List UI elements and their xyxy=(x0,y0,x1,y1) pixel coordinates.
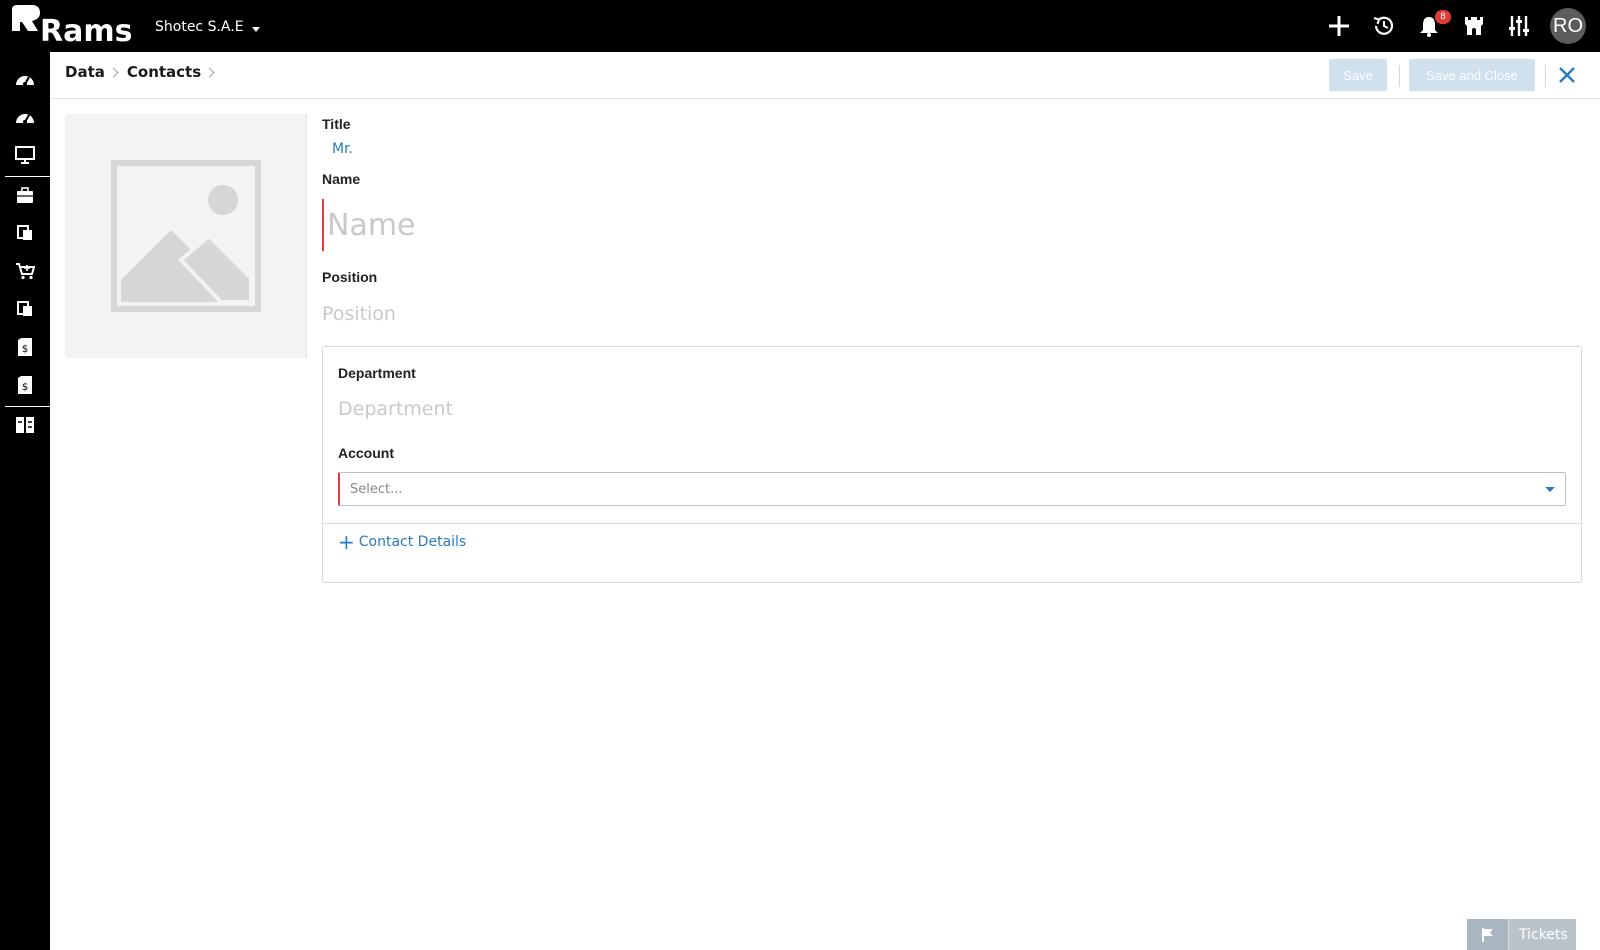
caret-down-icon xyxy=(251,26,260,32)
title-label: Title xyxy=(322,116,351,132)
sidebar-item-invoice[interactable]: $ xyxy=(5,330,45,364)
company-selector[interactable]: Shotec S.A.E xyxy=(155,19,260,35)
dashboard-icon xyxy=(16,114,34,124)
sidebar-item-dashboard-2[interactable] xyxy=(5,100,45,134)
cart-icon xyxy=(16,263,35,280)
sidebar-item-columns[interactable] xyxy=(5,408,45,442)
name-input[interactable] xyxy=(322,199,1022,251)
add-button[interactable] xyxy=(1323,10,1355,42)
settings-button[interactable] xyxy=(1503,10,1535,42)
panel-divider xyxy=(323,523,1581,524)
account-label: Account xyxy=(338,445,394,461)
tickets-button[interactable]: Tickets xyxy=(1467,919,1576,950)
breadcrumb-data[interactable]: Data xyxy=(65,63,105,81)
monitor-icon xyxy=(15,146,35,164)
breadcrumb-contacts[interactable]: Contacts xyxy=(127,63,201,81)
breadcrumb: Data Contacts xyxy=(65,63,223,81)
sidebar-divider-2 xyxy=(5,406,50,407)
chevron-right-icon xyxy=(108,67,119,77)
tickets-label: Tickets xyxy=(1519,926,1568,943)
user-avatar[interactable]: RO xyxy=(1550,8,1586,44)
contact-photo-placeholder[interactable] xyxy=(65,114,307,358)
account-select[interactable]: Select... xyxy=(338,472,1566,506)
add-contact-details-link[interactable]: + Contact Details xyxy=(338,530,467,554)
sidebar-item-documents-2[interactable] xyxy=(5,292,45,326)
department-account-panel: Department Account Select... + Contact D… xyxy=(322,346,1582,583)
sidebar-item-monitor[interactable] xyxy=(5,138,45,172)
history-button[interactable] xyxy=(1368,10,1400,42)
documents-icon xyxy=(17,225,32,240)
invoice-icon: $ xyxy=(18,338,32,356)
save-and-close-button[interactable]: Save and Close xyxy=(1409,59,1535,91)
sliders-icon xyxy=(1509,16,1529,36)
logo-text: Rams xyxy=(40,14,132,45)
briefcase-icon xyxy=(17,187,33,203)
columns-icon xyxy=(16,417,34,433)
history-icon xyxy=(1373,16,1394,35)
toolbar-divider xyxy=(1545,65,1546,87)
save-button[interactable]: Save xyxy=(1329,59,1387,91)
documents-icon xyxy=(17,301,32,316)
toolbar-divider xyxy=(1399,65,1400,87)
image-placeholder-icon xyxy=(110,160,261,312)
position-label: Position xyxy=(322,269,378,285)
notification-badge: 8 xyxy=(1435,10,1451,24)
plus-icon: + xyxy=(338,530,355,554)
department-input[interactable] xyxy=(338,395,938,423)
sidebar-item-cart[interactable] xyxy=(5,254,45,288)
contact-details-label: Contact Details xyxy=(358,534,467,550)
castle-icon xyxy=(1465,17,1483,35)
account-select-placeholder: Select... xyxy=(350,482,403,497)
sidebar: $ $ xyxy=(0,52,50,950)
sidebar-item-invoice-2[interactable]: $ xyxy=(5,368,45,402)
plus-icon xyxy=(1329,16,1349,36)
sidebar-divider xyxy=(5,176,50,177)
flag-icon xyxy=(1467,919,1509,950)
caret-down-icon xyxy=(1545,487,1555,492)
department-label: Department xyxy=(338,365,416,381)
invoice-icon: $ xyxy=(18,376,32,394)
title-value[interactable]: Mr. xyxy=(332,141,353,157)
sidebar-item-briefcase[interactable] xyxy=(5,178,45,212)
position-input[interactable] xyxy=(322,300,922,328)
close-button[interactable] xyxy=(1556,64,1578,86)
notifications-button[interactable]: 8 xyxy=(1413,10,1451,42)
top-bar: Rams Shotec S.A.E 8 RO xyxy=(0,0,1600,52)
dashboard-icon xyxy=(16,76,34,86)
rams-logo[interactable]: Rams xyxy=(10,5,132,45)
chevron-right-icon xyxy=(204,67,215,77)
svg-text:$: $ xyxy=(22,382,28,393)
company-name: Shotec S.A.E xyxy=(155,19,244,35)
svg-text:$: $ xyxy=(22,344,28,355)
sidebar-item-dashboard[interactable] xyxy=(5,62,45,96)
sub-header: Data Contacts Save Save and Close xyxy=(50,52,1600,99)
castle-button[interactable] xyxy=(1458,10,1490,42)
name-label: Name xyxy=(322,171,361,187)
sidebar-item-documents[interactable] xyxy=(5,216,45,250)
close-icon xyxy=(1559,67,1575,83)
